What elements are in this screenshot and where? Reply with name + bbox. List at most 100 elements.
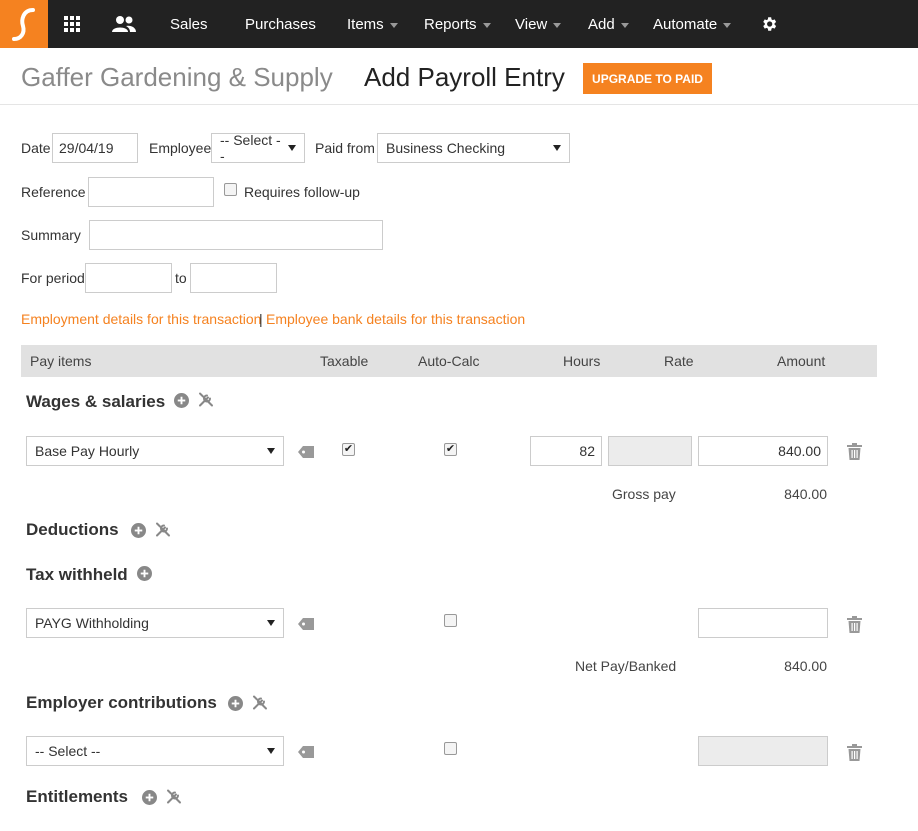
nav-automate[interactable]: Automate [653, 0, 732, 48]
employee-select-value: -- Select -- [220, 132, 281, 164]
nav-purchases[interactable]: Purchases [245, 0, 316, 48]
period-from-input[interactable] [85, 263, 172, 293]
nav-purchases-label: Purchases [245, 15, 316, 33]
period-label: For period [21, 270, 85, 286]
add-circle-icon[interactable] [173, 392, 189, 408]
apps-grid-icon[interactable] [60, 0, 84, 48]
people-icon[interactable] [108, 0, 140, 48]
chevron-down-icon [620, 22, 629, 28]
employee-select[interactable]: -- Select -- [211, 132, 305, 164]
nav-sales[interactable]: Sales [170, 0, 208, 48]
nav-reports[interactable]: Reports [424, 0, 491, 48]
page-title: Add Payroll Entry [364, 62, 565, 92]
tag-icon[interactable] [297, 743, 315, 761]
net-pay-label: Net Pay/Banked [575, 658, 677, 674]
pay-items-table-header: Pay items Taxable Auto-Calc Hours Rate A… [21, 345, 877, 377]
tax-section-title: Tax withheld [26, 565, 128, 584]
nav-reports-label: Reports [424, 15, 477, 33]
date-label: Date [21, 140, 51, 156]
company-name: Gaffer Gardening & Supply [21, 62, 333, 92]
chevron-down-icon [389, 22, 398, 28]
paid-from-select-value: Business Checking [386, 140, 506, 156]
nav-items-label: Items [347, 15, 384, 33]
col-autocalc: Auto-Calc [418, 353, 480, 369]
add-circle-icon[interactable] [141, 789, 157, 805]
chevron-down-icon [482, 22, 491, 28]
checkmark-icon: ✔ [343, 443, 354, 455]
summary-label: Summary [21, 227, 81, 243]
tools-icon[interactable] [166, 788, 182, 804]
employee-bank-details-link[interactable]: Employee bank details for this transacti… [266, 311, 525, 327]
nav-automate-label: Automate [653, 15, 718, 33]
employment-details-link[interactable]: Employment details for this transaction [21, 311, 261, 327]
trash-icon[interactable] [845, 743, 863, 761]
tax-autocalc-checkbox[interactable] [444, 614, 457, 627]
chevron-down-icon [723, 22, 732, 28]
tax-item-value: PAYG Withholding [35, 615, 149, 631]
reference-input[interactable] [88, 177, 214, 207]
deductions-section-title: Deductions [26, 520, 119, 539]
tools-icon[interactable] [198, 391, 214, 407]
date-input[interactable]: 29/04/19 [52, 133, 138, 163]
gear-icon[interactable] [758, 0, 780, 48]
paid-from-label: Paid from [315, 140, 375, 156]
summary-input[interactable] [89, 220, 383, 250]
wages-amount-input[interactable]: 840.00 [698, 436, 828, 466]
nav-items[interactable]: Items [347, 0, 398, 48]
nav-sales-label: Sales [170, 15, 208, 33]
nav-view[interactable]: View [515, 0, 562, 48]
reference-label: Reference [21, 184, 86, 200]
dropdown-arrow-icon [553, 145, 561, 151]
upgrade-button[interactable]: UPGRADE TO PAID [583, 63, 712, 94]
col-rate: Rate [664, 353, 694, 369]
tax-amount-input[interactable] [698, 608, 828, 638]
logo-icon[interactable] [0, 0, 48, 48]
wages-hours-input[interactable]: 82 [530, 436, 602, 466]
period-to-input[interactable] [190, 263, 277, 293]
top-navbar: Sales Purchases Items Reports View Add A… [0, 0, 918, 48]
period-to-label: to [175, 270, 187, 286]
dropdown-arrow-icon [267, 448, 275, 454]
requires-followup-checkbox[interactable] [224, 183, 237, 196]
add-circle-icon[interactable] [136, 565, 152, 581]
tag-icon[interactable] [297, 615, 315, 633]
add-circle-icon[interactable] [130, 522, 146, 538]
tools-icon[interactable] [155, 521, 171, 537]
tools-icon[interactable] [252, 694, 268, 710]
col-pay-items: Pay items [30, 353, 92, 369]
trash-icon[interactable] [845, 442, 863, 460]
employer-amount-input [698, 736, 828, 766]
gross-pay-label: Gross pay [612, 486, 676, 502]
employee-label: Employee [149, 140, 212, 156]
employer-autocalc-checkbox[interactable] [444, 742, 457, 755]
wages-item-value: Base Pay Hourly [35, 443, 140, 459]
dropdown-arrow-icon [267, 748, 275, 754]
nav-add[interactable]: Add [588, 0, 629, 48]
requires-followup-label: Requires follow-up [244, 184, 360, 200]
col-hours: Hours [563, 353, 601, 369]
trash-icon[interactable] [845, 615, 863, 633]
entitlements-section-title: Entitlements [26, 787, 129, 806]
tax-item-select[interactable]: PAYG Withholding [26, 608, 284, 638]
link-separator: | [259, 311, 263, 327]
tag-icon[interactable] [297, 443, 315, 461]
employer-item-value: -- Select -- [35, 743, 101, 759]
add-circle-icon[interactable] [227, 695, 243, 711]
employer-item-select[interactable]: -- Select -- [26, 736, 284, 766]
nav-add-label: Add [588, 15, 615, 33]
col-amount: Amount [777, 353, 826, 369]
paid-from-select[interactable]: Business Checking [377, 133, 570, 163]
employer-section-title: Employer contributions [26, 693, 217, 712]
dropdown-arrow-icon [267, 620, 275, 626]
wages-rate-input [608, 436, 692, 466]
wages-item-select[interactable]: Base Pay Hourly [26, 436, 284, 466]
wages-taxable-checkbox[interactable]: ✔ [342, 443, 355, 456]
chevron-down-icon [553, 22, 562, 28]
header-divider [0, 104, 918, 105]
col-taxable: Taxable [320, 353, 369, 369]
checkmark-icon: ✔ [445, 443, 456, 455]
wages-section-title: Wages & salaries [26, 392, 166, 411]
nav-view-label: View [515, 15, 548, 33]
gross-pay-value: 840.00 [784, 486, 827, 502]
wages-autocalc-checkbox[interactable]: ✔ [444, 443, 457, 456]
